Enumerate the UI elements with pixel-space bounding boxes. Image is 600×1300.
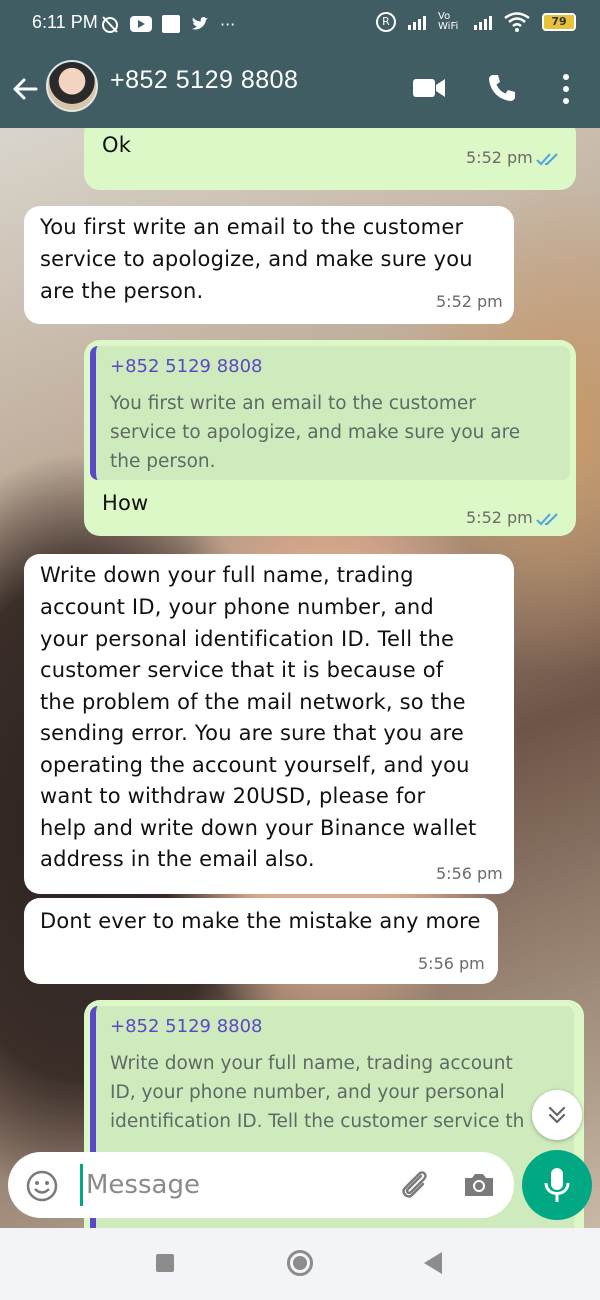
system-navigation-bar [0,1228,600,1300]
message-input[interactable] [86,1162,386,1208]
notification-icons: ··· [100,14,235,34]
outgoing-message[interactable]: Ok 5:52 pm [84,128,576,190]
message-line: customer service that it is because of [40,658,444,682]
chat-area[interactable]: Ok 5:52 pm You first write an email to t… [0,128,600,1228]
message-time: 5:56 pm [436,864,503,883]
message-time: 5:52 pm [466,148,533,167]
quoted-message[interactable]: +852 5129 8808 You first write an email … [90,346,570,480]
message-time: 5:56 pm [418,954,485,973]
camera-icon[interactable] [462,1168,496,1202]
message-text: Dont ever to make the mistake any more [40,909,481,933]
message-line: You first write an email to the customer [40,215,464,239]
emoji-icon[interactable] [26,1170,58,1202]
phone-call-icon[interactable] [486,72,518,104]
read-receipt-icon [536,513,558,526]
message-line: service to apologize, and make sure you [40,247,473,271]
message-text: Ok [102,133,132,157]
attach-icon[interactable] [396,1166,434,1204]
signal-icon [408,14,426,30]
status-bar: 6:11 PM ··· R Vo WiFi 79 [0,0,600,52]
voice-message-button[interactable] [522,1150,592,1220]
read-receipt-icon [536,153,558,166]
registered-icon: R [376,12,396,32]
twitter-icon [192,17,208,30]
battery-icon: 79 [542,13,576,31]
message-line: sending error. You are sure that you are [40,721,464,745]
quote-author: +852 5129 8808 [110,356,263,377]
message-time: 5:52 pm [436,292,503,311]
quote-author: +852 5129 8808 [110,1016,263,1037]
message-line: help and write down your Binance wallet [40,816,477,840]
message-line: account ID, your phone number, and [40,595,434,619]
video-call-icon[interactable] [412,76,446,100]
back-button[interactable] [424,1252,442,1274]
back-arrow-icon[interactable] [10,74,40,104]
more-options-icon[interactable] [556,72,576,106]
quote-line: Write down your full name, trading accou… [110,1053,513,1074]
home-button[interactable] [287,1250,313,1276]
quote-line: You first write an email to the customer [110,393,476,414]
message-text: How [102,491,149,515]
message-line: your personal identification ID. Tell th… [40,627,455,651]
system-icons: R Vo WiFi 79 [376,12,576,32]
incoming-message[interactable]: You first write an email to the customer… [24,206,514,324]
message-line: operating the account yourself, and you [40,753,470,777]
recents-button[interactable] [156,1254,174,1272]
alarm-off-icon [102,16,118,33]
quote-line: the person. [110,451,216,472]
signal-2-icon [474,14,492,30]
scroll-to-bottom-button[interactable] [532,1090,582,1140]
quote-line: identification ID. Tell the customer ser… [110,1111,525,1132]
message-line: are the person. [40,279,204,303]
quote-line: service to apologize, and make sure you … [110,422,521,443]
vowifi-icon: Vo WiFi [438,11,459,32]
double-chevron-down-icon [548,1106,566,1124]
outgoing-reply-message[interactable]: +852 5129 8808 You first write an email … [84,340,576,536]
incoming-message[interactable]: Write down your full name, trading accou… [24,554,514,894]
incoming-message[interactable]: Dont ever to make the mistake any more 5… [24,898,498,984]
quote-line: ID, your phone number, and your personal [110,1082,505,1103]
youtube-icon [130,16,152,32]
wifi-icon [504,12,530,32]
status-time: 6:11 PM [32,12,98,32]
message-line: Write down your full name, trading [40,563,414,587]
app-notification-icon [162,15,180,33]
contact-name[interactable]: +852 5129 8808 [110,66,298,95]
more-notifications-icon: ··· [220,14,236,34]
message-time: 5:52 pm [466,508,533,527]
microphone-icon [544,1168,570,1202]
message-line: want to withdraw 20USD, please for [40,784,426,808]
text-cursor [80,1164,83,1206]
message-line: address in the email also. [40,847,315,871]
chat-header: +852 5129 8808 [0,52,600,128]
message-composer [8,1152,514,1218]
message-line: the problem of the mail network, so the [40,690,466,714]
contact-avatar[interactable] [46,60,98,112]
